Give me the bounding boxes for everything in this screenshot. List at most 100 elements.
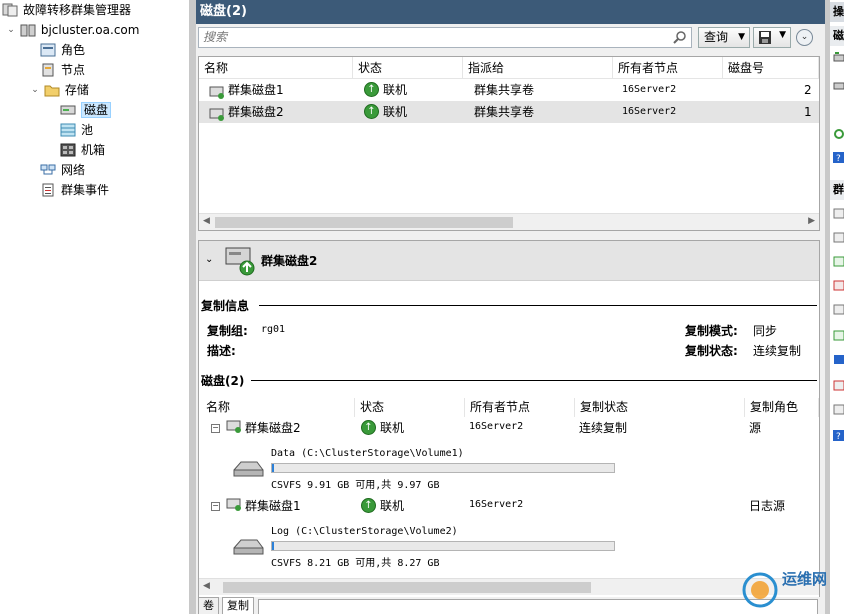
detail-header: ⌄ 群集磁盘2 — [199, 241, 819, 281]
section-divider — [259, 305, 817, 306]
chevron-down-icon[interactable]: ⌄ — [205, 254, 213, 265]
volume-usage-text: CSVFS 8.21 GB 可用,共 8.27 GB — [271, 558, 440, 569]
tree-cluster[interactable]: ⌄ bjcluster.oa.com — [6, 20, 139, 40]
move-disk-icon[interactable] — [833, 80, 844, 91]
actions-section-disks[interactable]: 磁 — [830, 26, 844, 46]
scroll-left-icon[interactable]: ◀ — [203, 216, 210, 226]
action-icon[interactable] — [833, 330, 844, 341]
collapse-icon[interactable]: − — [211, 502, 220, 511]
status-cell: ↑ 联机 — [359, 79, 407, 101]
enclosure-icon — [60, 143, 76, 157]
table-row[interactable]: 群集磁盘1 ↑ 联机 群集共享卷 16Server2 2 — [199, 79, 819, 101]
tab-volumes[interactable]: 卷 — [198, 597, 219, 614]
volume-usage-bar — [271, 463, 615, 473]
disk-name[interactable]: 群集磁盘2 — [245, 419, 301, 436]
save-icon — [758, 30, 772, 48]
help-icon[interactable]: ? — [833, 152, 844, 164]
action-icon[interactable] — [833, 354, 844, 365]
search-icon[interactable] — [673, 30, 687, 44]
tree-item-enclosures[interactable]: 机箱 — [60, 140, 105, 160]
page-title: 磁盘(2) — [196, 0, 825, 24]
chevron-down-icon: ▼ — [738, 32, 745, 42]
chevron-down-icon[interactable]: ⌄ — [30, 80, 40, 100]
tab-replication[interactable]: 复制 — [222, 597, 254, 614]
volume-label[interactable]: Data (C:\ClusterStorage\Volume1) — [271, 448, 464, 459]
action-icon[interactable] — [833, 256, 844, 267]
tree-item-nodes[interactable]: 节点 — [40, 60, 85, 80]
scroll-right-icon[interactable]: ▶ — [808, 216, 815, 226]
svg-text:?: ? — [836, 432, 841, 441]
event-log-icon — [40, 183, 56, 197]
tree-item-events[interactable]: 群集事件 — [40, 180, 109, 200]
replication-state-value: 连续复制 — [753, 344, 802, 358]
watermark-logo — [742, 572, 778, 608]
column-header[interactable]: 状态 — [355, 398, 465, 417]
save-query-button[interactable]: ▼ — [753, 27, 791, 48]
scrollbar-thumb[interactable] — [223, 582, 591, 593]
refresh-icon[interactable] — [833, 128, 844, 139]
cluster-icon — [20, 23, 36, 37]
actions-section-cluster-disk[interactable]: 群 — [830, 180, 844, 200]
cluster-disk-icon — [209, 84, 225, 99]
action-icon[interactable] — [833, 280, 844, 291]
roles-icon — [40, 43, 56, 57]
search-input[interactable]: 搜索 — [198, 27, 692, 48]
pool-icon — [60, 123, 76, 137]
folder-icon — [44, 83, 60, 97]
add-disk-icon[interactable] — [833, 52, 844, 63]
svg-text:?: ? — [836, 154, 841, 163]
cluster-disk-large-icon — [223, 244, 257, 281]
tree-item-networks[interactable]: 网络 — [40, 160, 85, 180]
help-icon[interactable]: ? — [833, 430, 844, 442]
action-icon[interactable] — [833, 232, 844, 243]
column-header[interactable]: 复制状态 — [575, 398, 745, 417]
horizontal-scrollbar[interactable]: ◀ ▶ — [199, 213, 819, 230]
column-header[interactable]: 名称 — [201, 398, 355, 417]
network-icon — [40, 163, 56, 177]
column-header[interactable]: 磁盘号 — [723, 57, 819, 79]
column-header[interactable]: 复制角色 — [745, 398, 819, 417]
column-header[interactable]: 状态 — [353, 57, 463, 79]
cluster-manager-icon — [2, 3, 18, 17]
watermark-text: 运维网 — [782, 570, 828, 588]
tab-strip-filler — [258, 599, 818, 614]
query-button[interactable]: 查询 ▼ — [698, 27, 750, 48]
horizontal-scrollbar[interactable]: ◀ — [199, 578, 819, 595]
disk-replication-role: 日志源 — [749, 499, 786, 513]
column-header[interactable]: 名称 — [199, 57, 353, 79]
tree-item-pools[interactable]: 池 — [60, 120, 93, 140]
chevron-down-icon: ▼ — [779, 30, 786, 40]
volume-label[interactable]: Log (C:\ClusterStorage\Volume2) — [271, 526, 458, 537]
column-header[interactable]: 指派给 — [463, 57, 613, 79]
disk-name[interactable]: 群集磁盘1 — [245, 497, 301, 514]
action-icon[interactable] — [833, 304, 844, 315]
column-header[interactable]: 所有者节点 — [613, 57, 723, 79]
replication-section-header: 复制信息 — [201, 297, 819, 314]
action-icon[interactable] — [833, 404, 844, 415]
tree-item-storage[interactable]: ⌄ 存储 — [30, 80, 89, 100]
section-divider — [251, 380, 817, 381]
table-row-selected[interactable]: 群集磁盘2 ↑ 联机 群集共享卷 16Server2 1 — [199, 101, 819, 123]
replication-mode-label: 复制模式: — [685, 324, 738, 338]
tree-root[interactable]: 故障转移群集管理器 — [2, 0, 131, 20]
collapse-icon[interactable]: − — [211, 424, 220, 433]
name-cell: 群集磁盘2 — [204, 101, 284, 123]
actions-pane: 操 磁 ? 群 ? — [830, 0, 844, 614]
scrollbar-thumb[interactable] — [215, 217, 513, 228]
action-icon[interactable] — [833, 380, 844, 391]
action-icon[interactable] — [833, 208, 844, 219]
scroll-left-icon[interactable]: ◀ — [203, 581, 210, 591]
cluster-disk-icon — [226, 419, 242, 436]
navigation-tree: 故障转移群集管理器 ⌄ bjcluster.oa.com 角色 节点 ⌄ 存储 … — [0, 0, 190, 614]
volume-usage-fill — [272, 542, 275, 550]
disk-owner: 16Server2 — [469, 499, 524, 510]
status-cell: ↑ 联机 — [359, 101, 407, 123]
volume-usage-fill — [272, 464, 275, 472]
column-header[interactable]: 所有者节点 — [465, 398, 575, 417]
expand-collapse-icon[interactable]: ⌄ — [796, 29, 813, 46]
chevron-down-icon[interactable]: ⌄ — [6, 20, 16, 40]
tree-item-disks[interactable]: 磁盘 — [60, 100, 112, 120]
tree-item-roles[interactable]: 角色 — [40, 40, 85, 60]
disk-replication-state: 连续复制 — [579, 421, 628, 435]
assigned-cell: 群集共享卷 — [474, 83, 535, 97]
